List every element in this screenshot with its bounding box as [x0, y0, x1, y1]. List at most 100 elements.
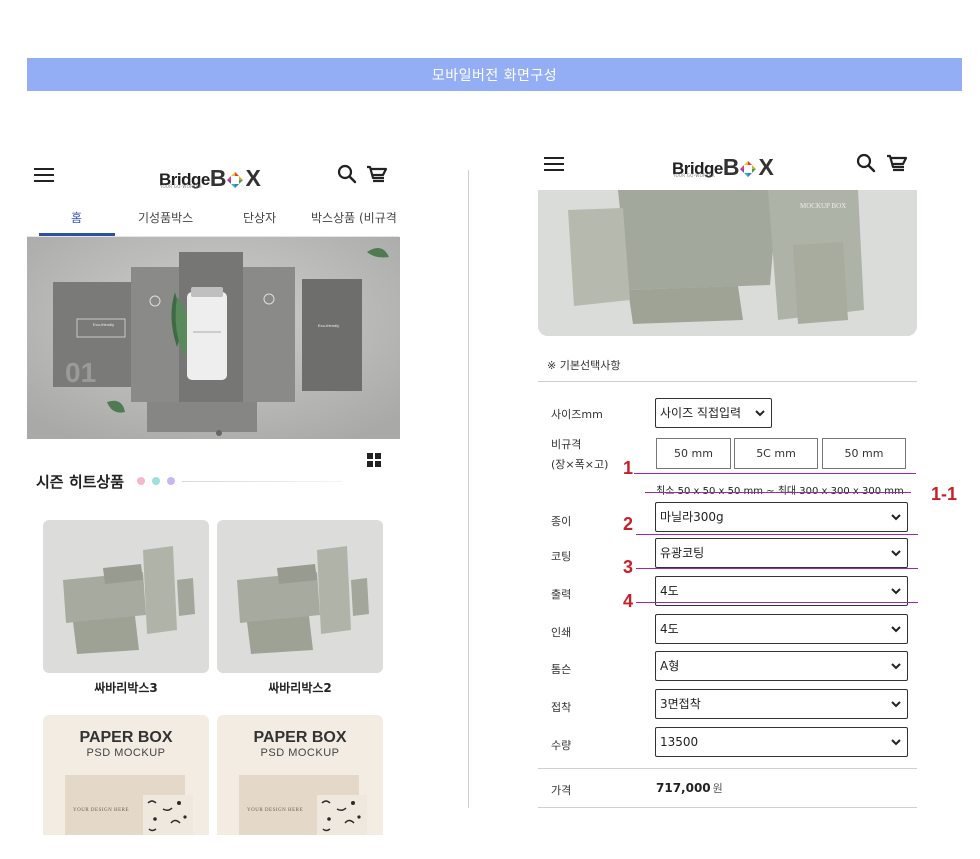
paper-box-pattern	[143, 795, 193, 835]
product-image[interactable]	[43, 520, 209, 673]
price-unit: 원	[712, 782, 723, 795]
paper-box-text: YOUR DESIGN HERE	[73, 808, 130, 813]
tab-custom-box[interactable]: 박스상품 (비규격	[311, 205, 397, 235]
product-image[interactable]	[217, 520, 383, 673]
paper-select[interactable]: 마닐라300g	[655, 502, 908, 532]
output-select-value: 4도	[660, 584, 679, 598]
logo-box-x: X	[758, 154, 773, 180]
chevron-down-icon	[891, 588, 901, 595]
category-tabs: 홈 기성품박스 단상자 박스상품 (비규격	[27, 205, 399, 237]
annotation-line-4	[636, 602, 918, 603]
paper-box-subtitle: PSD MOCKUP	[260, 747, 340, 759]
logo-diamond-icon	[226, 169, 244, 188]
cart-icon[interactable]	[366, 164, 388, 186]
print-select-value: 4도	[660, 622, 679, 636]
price-divider-top	[538, 768, 917, 769]
menu-icon[interactable]	[34, 167, 54, 183]
product-card[interactable]	[43, 520, 209, 673]
paper-box-text: YOUR DESIGN HERE	[247, 808, 304, 813]
logo-diamond-icon	[739, 158, 757, 177]
paper-select-value: 마닐라300g	[660, 510, 724, 524]
annotation-1-1: 1-1	[931, 484, 958, 504]
price-value: 717,000 원	[656, 780, 723, 796]
tab-single-box[interactable]: 단상자	[243, 205, 276, 235]
custom-size-label: 비규격	[551, 438, 582, 451]
coating-label: 코팅	[551, 550, 572, 563]
hero-banner-image[interactable]: 01 Eco-friendly Eco-friendly	[27, 237, 400, 439]
annotation-3: 3	[623, 557, 634, 577]
section-title: 시즌 히트상품	[36, 473, 125, 491]
thomson-label: 톰슨	[551, 663, 572, 676]
product-card[interactable]	[217, 520, 383, 673]
annotation-line-1-1	[645, 492, 911, 493]
thomson-select-value: A형	[660, 659, 680, 673]
coating-select-value: 유광코팅	[660, 546, 705, 560]
size-select-value: 사이즈 직접입력	[660, 406, 742, 420]
thomson-select[interactable]: A형	[655, 651, 908, 681]
logo-box: B X	[210, 165, 261, 191]
height-input[interactable]: 50 mm	[822, 438, 906, 469]
hero-label-right: Eco-friendly	[318, 323, 339, 328]
quantity-select[interactable]: 13500	[655, 727, 908, 757]
panel-divider	[468, 170, 469, 808]
tab-home[interactable]: 홈	[71, 205, 82, 235]
search-icon[interactable]	[337, 164, 359, 186]
width-input[interactable]: 50 mm	[656, 438, 731, 469]
chevron-down-icon	[891, 626, 901, 633]
quantity-label: 수량	[551, 739, 572, 752]
annotation-line-1	[634, 473, 916, 474]
annotation-line-3	[636, 568, 918, 569]
print-select[interactable]: 4도	[655, 614, 908, 644]
carousel-indicator[interactable]	[216, 430, 222, 436]
pink-dot-icon	[137, 477, 145, 485]
size-label: 사이즈mm	[551, 408, 603, 421]
mint-dot-icon	[152, 477, 160, 485]
price-divider-bottom	[538, 807, 917, 808]
coating-select[interactable]: 유광코팅	[655, 538, 908, 568]
annotation-2: 2	[623, 514, 634, 534]
logo-box: B X	[723, 154, 774, 180]
product-name[interactable]: 싸바리박스3	[43, 679, 209, 696]
paper-label: 종이	[551, 515, 572, 528]
logo[interactable]: Bridge B X YOUR GO-WORKER	[159, 165, 261, 191]
price-label: 가격	[551, 784, 572, 797]
tab-ready-made-box[interactable]: 기성품박스	[138, 205, 193, 235]
custom-size-label-sub: (장×폭×고)	[551, 458, 609, 471]
chevron-down-icon	[891, 514, 901, 521]
annotation-1: 1	[623, 458, 634, 478]
glue-label: 접착	[551, 701, 572, 714]
annotation-line-2	[636, 534, 918, 535]
lavender-dot-icon	[167, 477, 175, 485]
menu-icon[interactable]	[544, 156, 564, 172]
options-divider	[538, 381, 917, 382]
options-heading: ※ 기본선택사항	[547, 359, 621, 372]
product-card[interactable]: PAPER BOX PSD MOCKUP YOUR DESIGN HERE	[217, 715, 383, 835]
logo-tagline: YOUR GO-WORKER	[673, 173, 716, 178]
logo-box-x: X	[245, 165, 260, 191]
size-select[interactable]: 사이즈 직접입력	[655, 398, 772, 428]
product-detail-image[interactable]: MOCKUP BOX	[538, 190, 917, 336]
paper-box-subtitle: PSD MOCKUP	[86, 747, 166, 759]
chevron-down-icon	[891, 663, 901, 670]
chevron-down-icon	[755, 410, 765, 417]
print-label: 인쇄	[551, 626, 572, 639]
product-card[interactable]: PAPER BOX PSD MOCKUP YOUR DESIGN HERE	[43, 715, 209, 835]
logo[interactable]: Bridge B X YOUR GO-WORKER	[672, 154, 774, 180]
annotation-4: 4	[623, 591, 634, 611]
product-name[interactable]: 싸바리박스2	[217, 679, 383, 696]
cart-icon[interactable]	[886, 153, 908, 175]
section-banner: 모바일버전 화면구성	[27, 58, 962, 91]
grid-view-icon[interactable]	[367, 453, 381, 467]
section-title-line	[182, 481, 342, 482]
depth-input[interactable]: 5C mm	[734, 438, 818, 469]
hero-label-left: Eco-friendly	[93, 322, 114, 327]
paper-box-title: PAPER BOX	[79, 729, 173, 746]
price-amount: 717,000	[656, 781, 711, 795]
chevron-down-icon	[891, 739, 901, 746]
search-icon[interactable]	[856, 153, 878, 175]
hero-number: 01	[65, 357, 96, 388]
glue-select[interactable]: 3면접착	[655, 689, 908, 719]
output-label: 출력	[551, 588, 572, 601]
paper-box-pattern	[317, 795, 367, 835]
logo-tagline: YOUR GO-WORKER	[160, 184, 203, 189]
